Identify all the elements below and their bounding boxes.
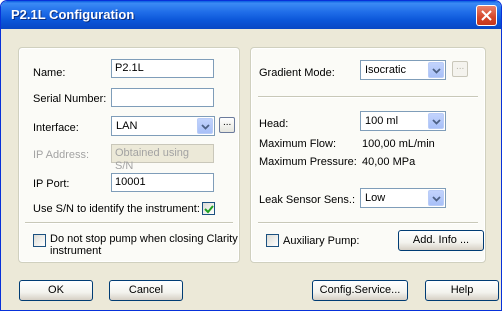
title-bar[interactable]: P2.1L Configuration [1,1,501,29]
ip-port-label: IP Port: [33,178,70,190]
ellipsis-icon: ... [456,61,465,72]
chevron-down-icon[interactable] [428,62,444,78]
ip-address-input: Obtained using S/N [111,144,214,172]
gradient-mode-select[interactable]: Isocratic [360,60,446,80]
help-button[interactable]: Help [425,280,499,301]
interface-options-button[interactable]: ... [219,117,235,133]
ip-port-input[interactable]: 10001 [111,173,214,192]
no-stop-pump-checkbox[interactable] [33,234,46,247]
interface-select[interactable]: LAN [111,116,215,136]
configuration-dialog: P2.1L Configuration Name: P2.1L Serial N… [0,0,502,311]
name-label: Name: [33,67,66,79]
right-divider-top [258,96,478,98]
serial-number-label: Serial Number: [33,93,107,105]
ok-button[interactable]: OK [19,280,93,301]
interface-value: LAN [116,120,138,132]
head-label: Head: [259,118,289,130]
close-icon [481,10,492,21]
chevron-down-icon[interactable] [428,113,444,129]
maximum-pressure-label: Maximum Pressure: [259,156,357,168]
serial-number-input[interactable] [111,88,214,107]
interface-label: Interface: [33,122,79,134]
left-divider [25,222,233,224]
add-info-button[interactable]: Add. Info ... [398,230,484,251]
chevron-down-icon[interactable] [197,118,213,134]
config-service-button[interactable]: Config.Service... [312,280,408,301]
head-value: 100 ml [365,115,399,127]
use-sn-label: Use S/N to identify the instrument: [33,203,200,215]
close-button[interactable] [476,5,497,26]
auxiliary-pump-checkbox[interactable] [266,234,279,247]
chevron-down-icon[interactable] [428,190,444,206]
no-stop-pump-label-line2: instrument [50,245,102,257]
maximum-flow-label: Maximum Flow: [259,138,337,150]
name-input[interactable]: P2.1L [111,59,214,78]
head-select[interactable]: 100 ml [360,111,446,131]
checkmark-icon [204,205,214,214]
maximum-pressure-value: 40,00 MPa [362,156,416,168]
ellipsis-icon: ... [223,117,232,128]
window-title: P2.1L Configuration [11,7,135,22]
gradient-mode-label: Gradient Mode: [259,67,335,79]
gradient-options-button: ... [452,61,468,77]
gradient-mode-value: Isocratic [365,64,406,76]
ip-address-label: IP Address: [33,149,90,161]
no-stop-pump-label-line1: Do not stop pump when closing Clarity [50,233,238,245]
cancel-button[interactable]: Cancel [109,280,183,301]
leak-sensor-label: Leak Sensor Sens.: [259,194,356,206]
auxiliary-pump-label: Auxiliary Pump: [283,235,360,247]
leak-sensor-select[interactable]: Low [360,188,446,208]
maximum-flow-value: 100,00 mL/min [362,138,435,150]
use-sn-checkbox[interactable] [202,202,215,215]
leak-sensor-value: Low [365,192,386,204]
right-divider-bottom [258,222,478,224]
